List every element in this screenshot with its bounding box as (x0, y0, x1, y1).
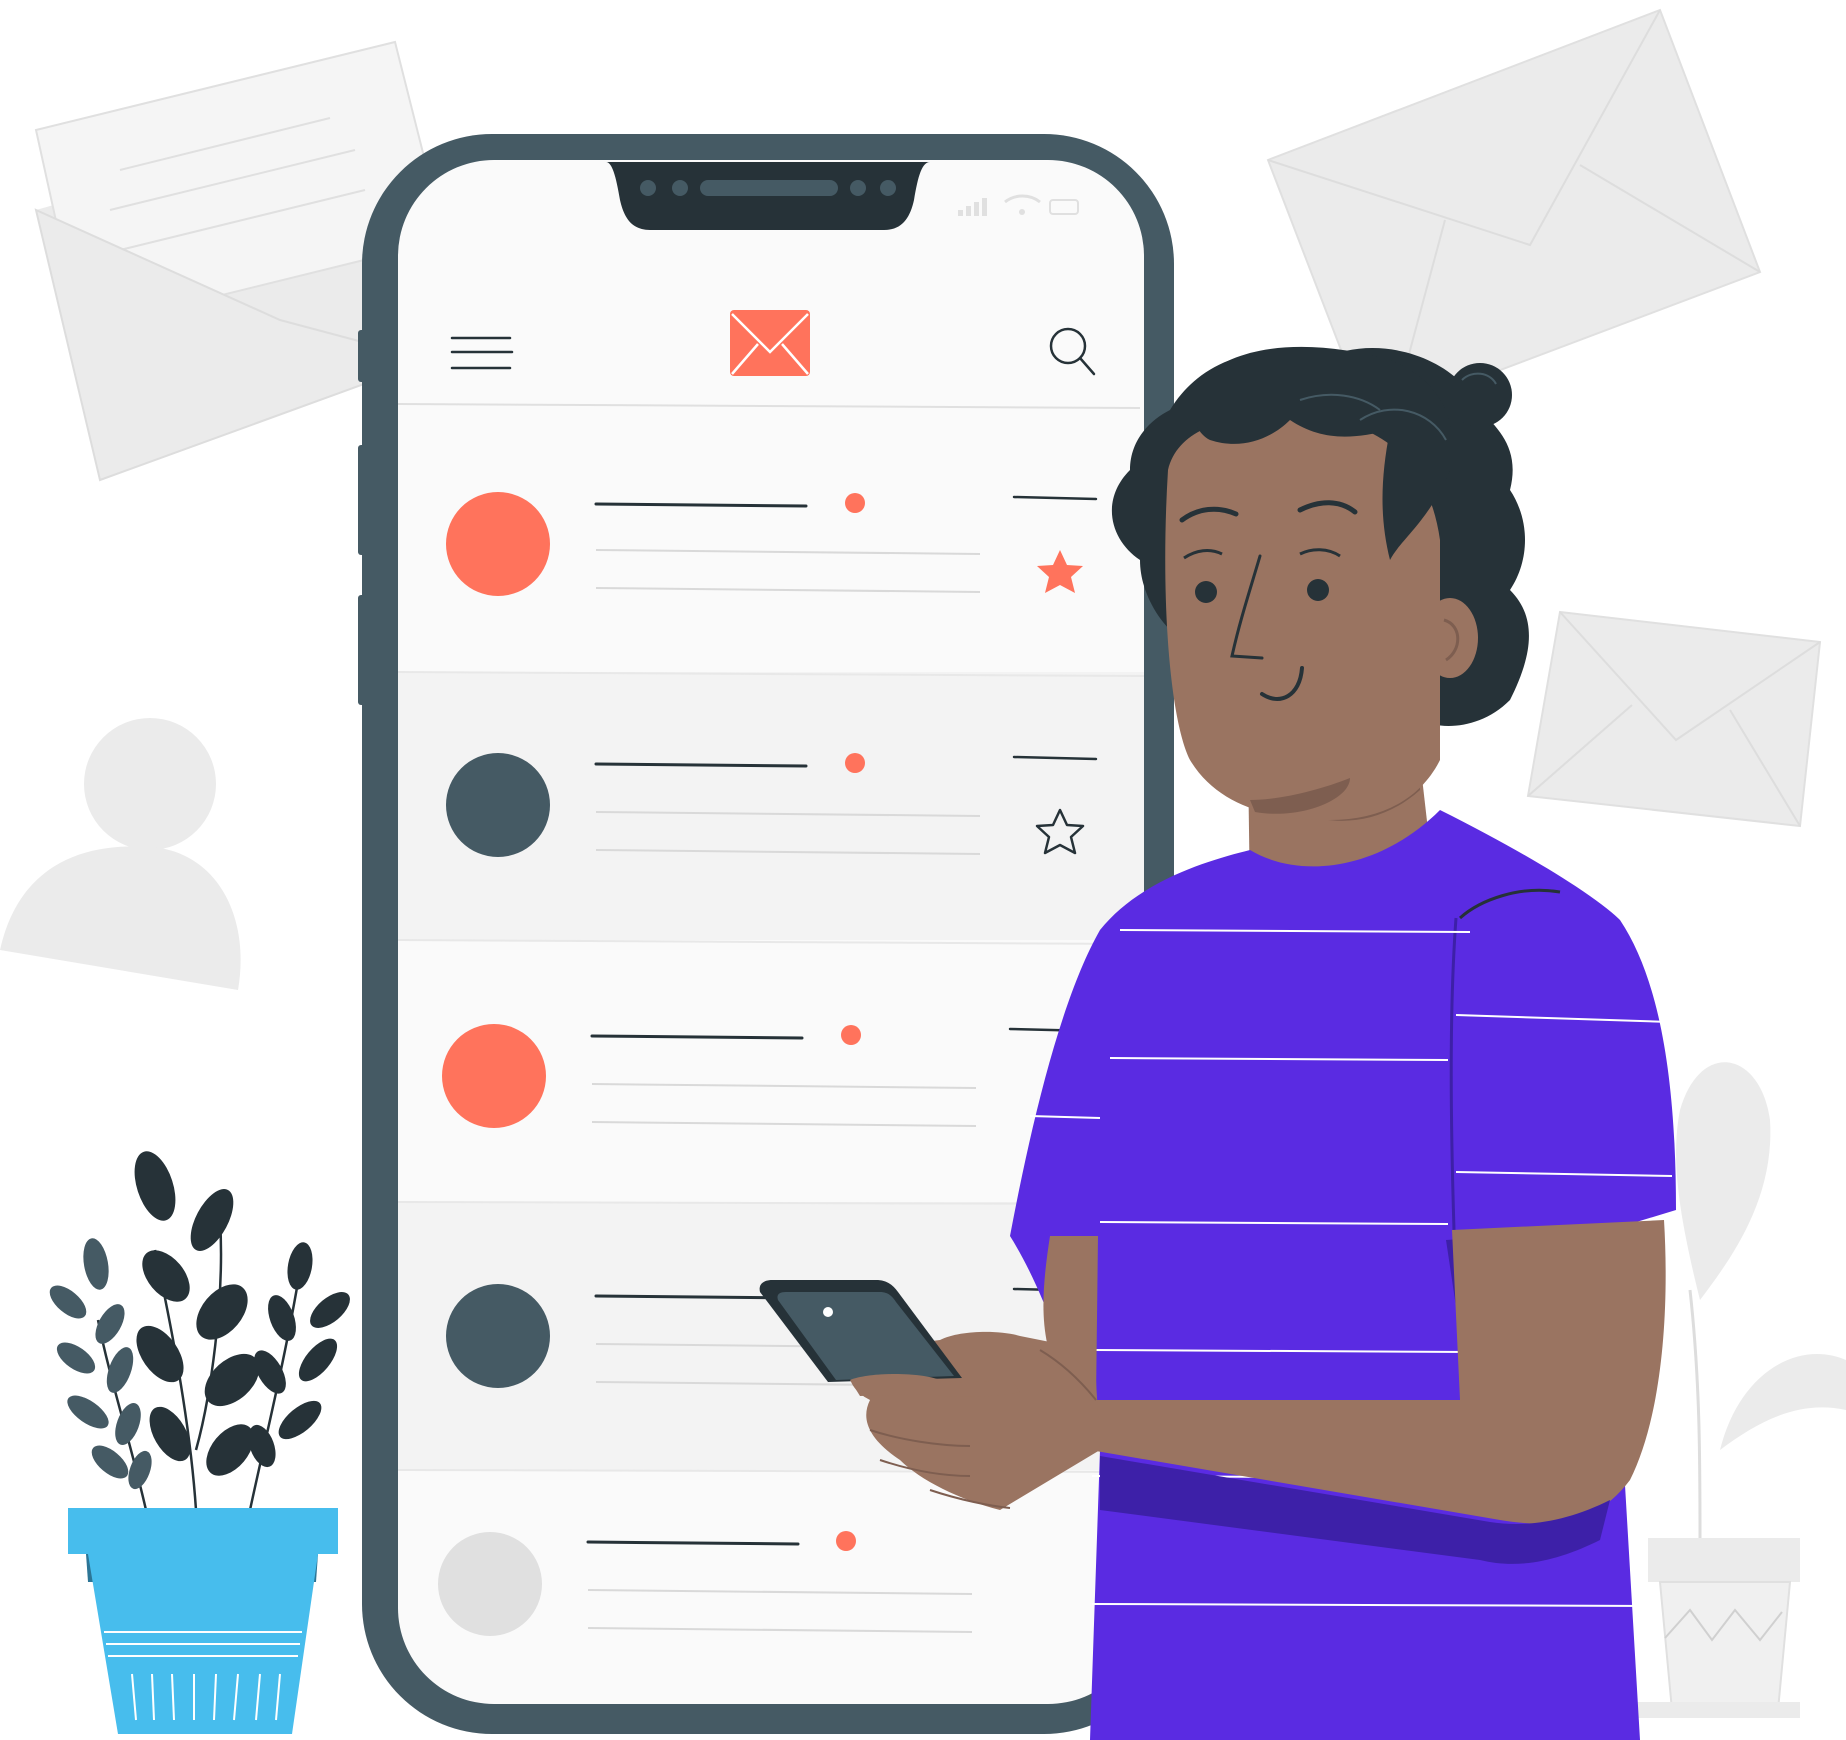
envelope-icon[interactable] (730, 310, 810, 376)
hair-bun (1448, 363, 1512, 427)
potted-plant (49, 1151, 350, 1734)
unread-dot (841, 1025, 861, 1045)
phone (358, 134, 1174, 1734)
unread-dot (845, 493, 865, 513)
avatar (438, 1532, 542, 1636)
pot-rim (68, 1508, 338, 1554)
email-inbox-scene (0, 8, 1846, 1740)
background-envelope-right (1526, 610, 1822, 828)
unread-dot (845, 753, 865, 773)
eye-right (1307, 579, 1329, 601)
eye-left (1195, 581, 1217, 603)
avatar (442, 1024, 546, 1128)
avatar (446, 492, 550, 596)
background-user-silhouette (0, 718, 241, 990)
unread-dot (836, 1531, 856, 1551)
avatar (446, 753, 550, 857)
speaker-grille (700, 180, 838, 196)
avatar (446, 1284, 550, 1388)
